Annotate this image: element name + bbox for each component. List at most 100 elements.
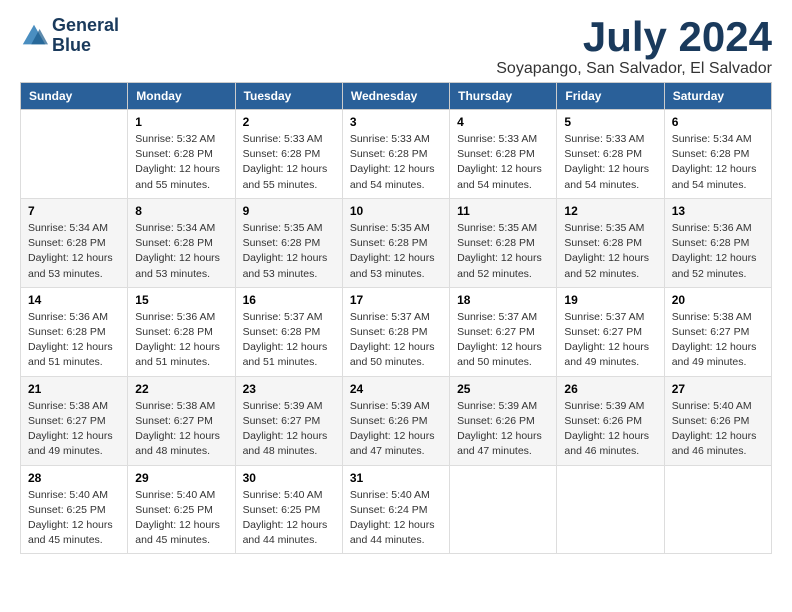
day-number: 3 [350, 115, 442, 129]
day-number: 22 [135, 382, 227, 396]
day-detail: Sunrise: 5:34 AM Sunset: 6:28 PM Dayligh… [672, 132, 764, 193]
day-number: 23 [243, 382, 335, 396]
calendar-day-cell: 10 Sunrise: 5:35 AM Sunset: 6:28 PM Dayli… [342, 198, 449, 287]
calendar-day-cell: 1Sunrise: 5:32 AM Sunset: 6:28 PM Daylig… [128, 110, 235, 199]
day-number: 29 [135, 471, 227, 485]
calendar-day-cell: 17Sunrise: 5:37 AM Sunset: 6:28 PM Dayli… [342, 287, 449, 376]
calendar-day-cell: 29Sunrise: 5:40 AM Sunset: 6:25 PM Dayli… [128, 465, 235, 554]
logo: General Blue [20, 16, 119, 56]
calendar-week-row: 21Sunrise: 5:38 AM Sunset: 6:27 PM Dayli… [21, 376, 772, 465]
day-number: 27 [672, 382, 764, 396]
calendar-week-row: 1Sunrise: 5:32 AM Sunset: 6:28 PM Daylig… [21, 110, 772, 199]
day-detail: Sunrise: 5:39 AM Sunset: 6:26 PM Dayligh… [350, 399, 442, 460]
logo-text: General Blue [52, 16, 119, 56]
day-detail: Sunrise: 5:40 AM Sunset: 6:25 PM Dayligh… [243, 488, 335, 549]
calendar-week-row: 7 Sunrise: 5:34 AM Sunset: 6:28 PM Daylig… [21, 198, 772, 287]
weekday-header: Saturday [664, 83, 771, 110]
calendar-day-cell: 2 Sunrise: 5:33 AM Sunset: 6:28 PM Daylig… [235, 110, 342, 199]
calendar-day-cell: 24 Sunrise: 5:39 AM Sunset: 6:26 PM Dayli… [342, 376, 449, 465]
calendar-day-cell: 26Sunrise: 5:39 AM Sunset: 6:26 PM Dayli… [557, 376, 664, 465]
day-detail: Sunrise: 5:34 AM Sunset: 6:28 PM Dayligh… [135, 221, 227, 282]
calendar-day-cell: 3 Sunrise: 5:33 AM Sunset: 6:28 PM Daylig… [342, 110, 449, 199]
day-detail: Sunrise: 5:36 AM Sunset: 6:28 PM Dayligh… [135, 310, 227, 371]
day-detail: Sunrise: 5:36 AM Sunset: 6:28 PM Dayligh… [28, 310, 120, 371]
day-number: 24 [350, 382, 442, 396]
calendar-day-cell: 30 Sunrise: 5:40 AM Sunset: 6:25 PM Dayli… [235, 465, 342, 554]
day-detail: Sunrise: 5:35 AM Sunset: 6:28 PM Dayligh… [243, 221, 335, 282]
logo-icon [20, 22, 48, 50]
day-number: 30 [243, 471, 335, 485]
calendar-day-cell: 5 Sunrise: 5:33 AM Sunset: 6:28 PM Daylig… [557, 110, 664, 199]
calendar-day-cell: 8 Sunrise: 5:34 AM Sunset: 6:28 PM Daylig… [128, 198, 235, 287]
title-block: July 2024 Soyapango, San Salvador, El Sa… [496, 16, 772, 78]
day-number: 10 [350, 204, 442, 218]
day-number: 16 [243, 293, 335, 307]
day-number: 12 [564, 204, 656, 218]
day-number: 28 [28, 471, 120, 485]
weekday-header: Sunday [21, 83, 128, 110]
calendar-day-cell: 25 Sunrise: 5:39 AM Sunset: 6:26 PM Dayli… [450, 376, 557, 465]
calendar-day-cell: 27 Sunrise: 5:40 AM Sunset: 6:26 PM Dayli… [664, 376, 771, 465]
day-detail: Sunrise: 5:40 AM Sunset: 6:25 PM Dayligh… [28, 488, 120, 549]
weekday-header: Friday [557, 83, 664, 110]
day-detail: Sunrise: 5:33 AM Sunset: 6:28 PM Dayligh… [350, 132, 442, 193]
calendar-day-cell: 23 Sunrise: 5:39 AM Sunset: 6:27 PM Dayli… [235, 376, 342, 465]
calendar-day-cell: 21Sunrise: 5:38 AM Sunset: 6:27 PM Dayli… [21, 376, 128, 465]
day-number: 20 [672, 293, 764, 307]
day-detail: Sunrise: 5:37 AM Sunset: 6:28 PM Dayligh… [243, 310, 335, 371]
calendar-day-cell: 11 Sunrise: 5:35 AM Sunset: 6:28 PM Dayli… [450, 198, 557, 287]
calendar-day-cell: 6 Sunrise: 5:34 AM Sunset: 6:28 PM Daylig… [664, 110, 771, 199]
calendar-day-cell: 18Sunrise: 5:37 AM Sunset: 6:27 PM Dayli… [450, 287, 557, 376]
weekday-header: Monday [128, 83, 235, 110]
calendar-day-cell [21, 110, 128, 199]
calendar-day-cell [450, 465, 557, 554]
calendar-day-cell: 4Sunrise: 5:33 AM Sunset: 6:28 PM Daylig… [450, 110, 557, 199]
day-detail: Sunrise: 5:35 AM Sunset: 6:28 PM Dayligh… [564, 221, 656, 282]
day-detail: Sunrise: 5:39 AM Sunset: 6:26 PM Dayligh… [457, 399, 549, 460]
day-number: 4 [457, 115, 549, 129]
calendar-title: July 2024 [496, 16, 772, 58]
day-number: 31 [350, 471, 442, 485]
weekday-header: Thursday [450, 83, 557, 110]
day-number: 17 [350, 293, 442, 307]
calendar-day-cell: 12 Sunrise: 5:35 AM Sunset: 6:28 PM Dayli… [557, 198, 664, 287]
calendar-day-cell: 31Sunrise: 5:40 AM Sunset: 6:24 PM Dayli… [342, 465, 449, 554]
day-detail: Sunrise: 5:34 AM Sunset: 6:28 PM Dayligh… [28, 221, 120, 282]
calendar-day-cell [664, 465, 771, 554]
day-number: 14 [28, 293, 120, 307]
calendar-week-row: 28 Sunrise: 5:40 AM Sunset: 6:25 PM Dayli… [21, 465, 772, 554]
page-container: General Blue July 2024 Soyapango, San Sa… [0, 0, 792, 570]
calendar-day-cell [557, 465, 664, 554]
day-detail: Sunrise: 5:35 AM Sunset: 6:28 PM Dayligh… [457, 221, 549, 282]
day-number: 8 [135, 204, 227, 218]
day-detail: Sunrise: 5:37 AM Sunset: 6:27 PM Dayligh… [564, 310, 656, 371]
day-number: 25 [457, 382, 549, 396]
day-detail: Sunrise: 5:39 AM Sunset: 6:27 PM Dayligh… [243, 399, 335, 460]
calendar-day-cell: 13 Sunrise: 5:36 AM Sunset: 6:28 PM Dayli… [664, 198, 771, 287]
day-detail: Sunrise: 5:40 AM Sunset: 6:26 PM Dayligh… [672, 399, 764, 460]
calendar-day-cell: 16 Sunrise: 5:37 AM Sunset: 6:28 PM Dayli… [235, 287, 342, 376]
calendar-day-cell: 14 Sunrise: 5:36 AM Sunset: 6:28 PM Dayli… [21, 287, 128, 376]
calendar-table: SundayMondayTuesdayWednesdayThursdayFrid… [20, 82, 772, 554]
day-number: 1 [135, 115, 227, 129]
day-number: 13 [672, 204, 764, 218]
calendar-day-cell: 22Sunrise: 5:38 AM Sunset: 6:27 PM Dayli… [128, 376, 235, 465]
day-detail: Sunrise: 5:38 AM Sunset: 6:27 PM Dayligh… [28, 399, 120, 460]
day-detail: Sunrise: 5:33 AM Sunset: 6:28 PM Dayligh… [564, 132, 656, 193]
calendar-day-cell: 20 Sunrise: 5:38 AM Sunset: 6:27 PM Dayli… [664, 287, 771, 376]
day-number: 19 [564, 293, 656, 307]
day-number: 2 [243, 115, 335, 129]
day-detail: Sunrise: 5:33 AM Sunset: 6:28 PM Dayligh… [243, 132, 335, 193]
calendar-day-cell: 15Sunrise: 5:36 AM Sunset: 6:28 PM Dayli… [128, 287, 235, 376]
calendar-day-cell: 19 Sunrise: 5:37 AM Sunset: 6:27 PM Dayli… [557, 287, 664, 376]
day-detail: Sunrise: 5:36 AM Sunset: 6:28 PM Dayligh… [672, 221, 764, 282]
day-number: 6 [672, 115, 764, 129]
day-detail: Sunrise: 5:38 AM Sunset: 6:27 PM Dayligh… [672, 310, 764, 371]
calendar-body: 1Sunrise: 5:32 AM Sunset: 6:28 PM Daylig… [21, 110, 772, 554]
day-number: 11 [457, 204, 549, 218]
day-number: 5 [564, 115, 656, 129]
calendar-day-cell: 28 Sunrise: 5:40 AM Sunset: 6:25 PM Dayli… [21, 465, 128, 554]
day-number: 7 [28, 204, 120, 218]
weekday-header: Tuesday [235, 83, 342, 110]
day-detail: Sunrise: 5:35 AM Sunset: 6:28 PM Dayligh… [350, 221, 442, 282]
